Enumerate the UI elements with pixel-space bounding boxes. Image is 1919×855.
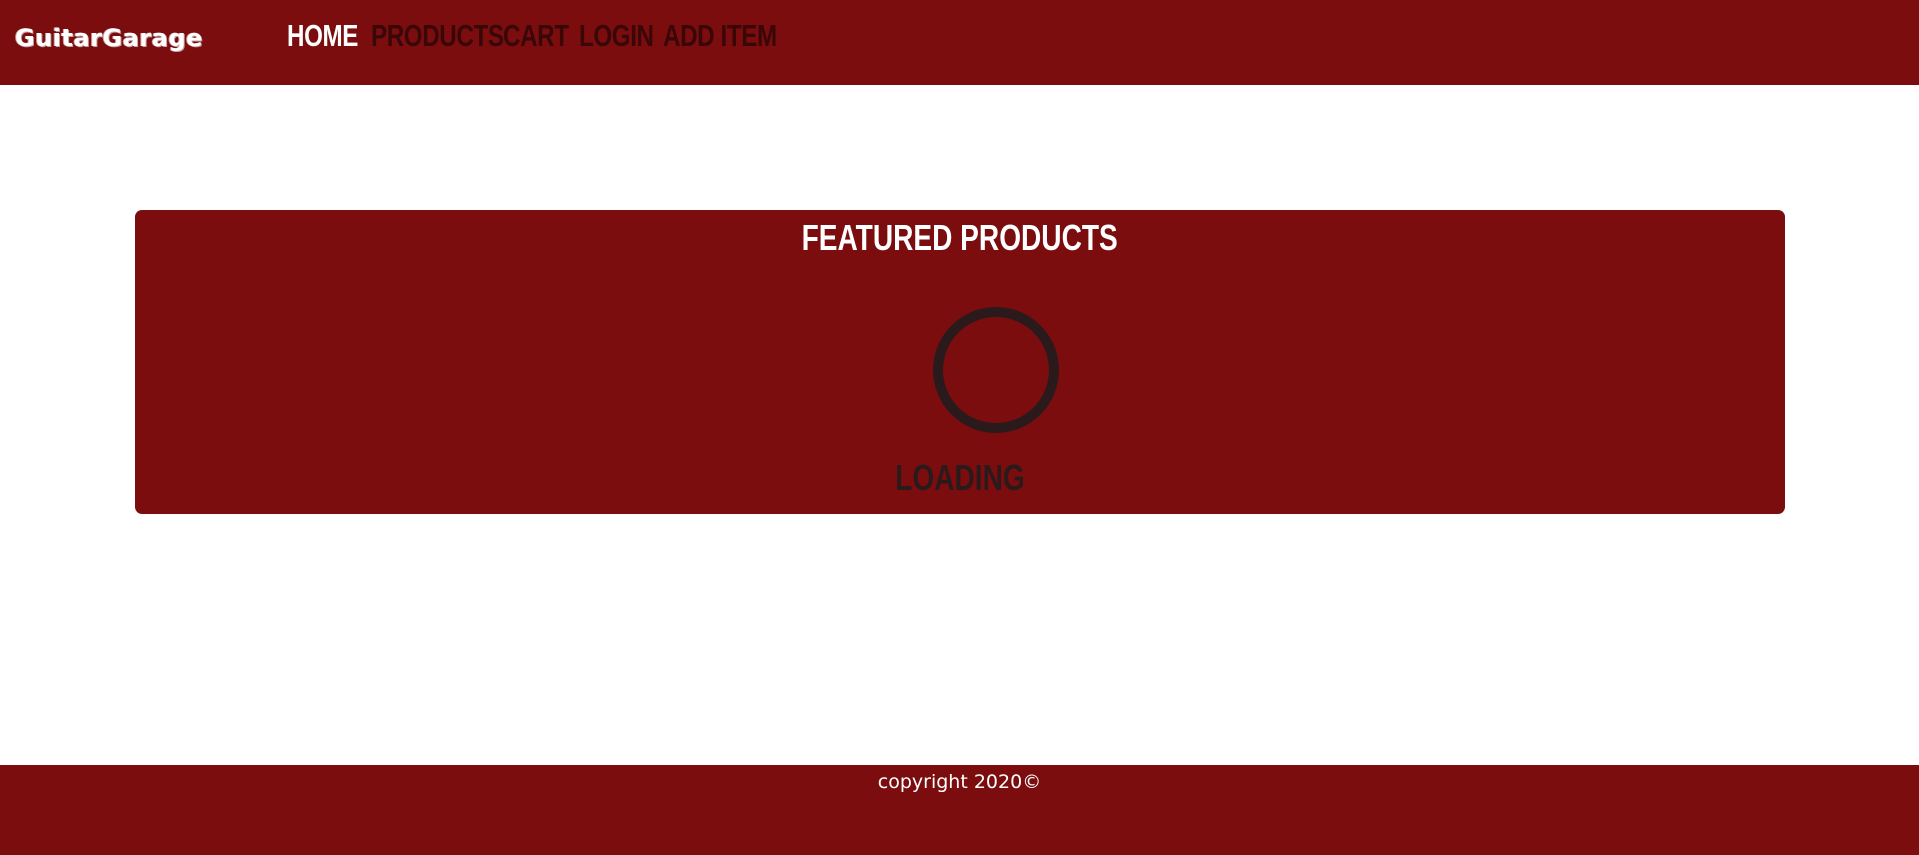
loading-text-label: LOADING	[895, 457, 1025, 498]
nav-link-cart[interactable]: CART	[503, 16, 569, 56]
site-logo[interactable]: GuitarGarage	[15, 24, 203, 52]
site-header: GuitarGarage HOME PRODUCTS CART LOGIN AD…	[0, 0, 1919, 85]
nav-link-add-item[interactable]: ADD ITEM	[663, 16, 777, 56]
site-footer: copyright 2020©	[0, 765, 1919, 855]
nav-link-products[interactable]: PRODUCTS	[371, 16, 504, 56]
featured-products-title-text: FEATURED PRODUCTS	[801, 217, 1119, 258]
featured-products-title: FEATURED PRODUCTS	[135, 216, 1785, 260]
nav-item-login: LOGIN	[579, 16, 654, 56]
nav-link-login[interactable]: LOGIN	[579, 16, 654, 56]
main-nav: HOME PRODUCTS CART LOGIN ADD ITEM	[287, 16, 777, 56]
page: GuitarGarage HOME PRODUCTS CART LOGIN AD…	[0, 0, 1919, 855]
nav-item-add-item: ADD ITEM	[663, 16, 777, 56]
copyright-text: copyright 2020©	[877, 771, 1042, 793]
loading-spinner-icon	[933, 307, 1059, 433]
nav-link-home[interactable]: HOME	[287, 16, 358, 56]
loading-text: LOADING	[135, 456, 1785, 500]
nav-item-cart: CART	[503, 16, 569, 56]
nav-item-home: HOME	[287, 16, 358, 56]
nav-item-products: PRODUCTS	[371, 16, 504, 56]
featured-products-section: FEATURED PRODUCTS LOADING	[135, 210, 1785, 514]
